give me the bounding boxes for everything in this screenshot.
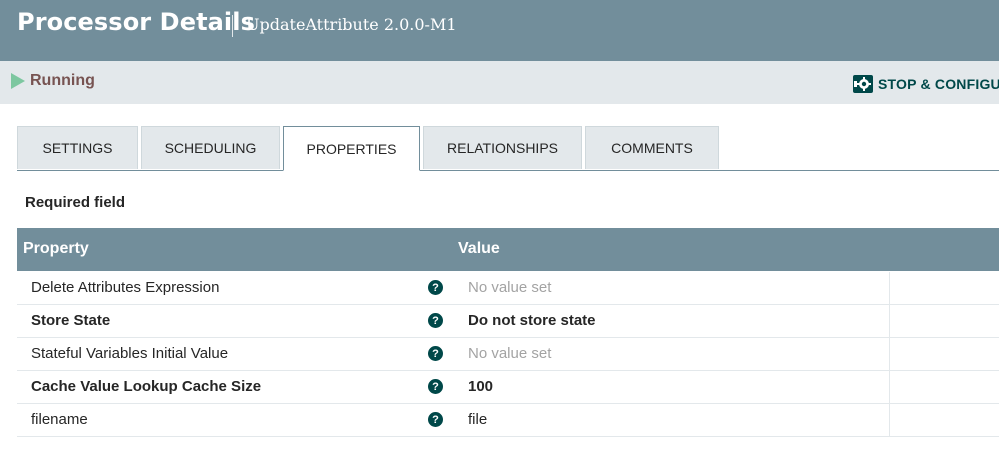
- column-header-property[interactable]: Property: [23, 240, 89, 258]
- play-icon: [11, 73, 25, 89]
- table-row[interactable]: Store State ? Do not store state: [17, 305, 999, 338]
- column-divider: [889, 338, 890, 370]
- processor-type: UpdateAttribute 2.0.0-M1: [246, 15, 457, 34]
- question-circle-icon[interactable]: ?: [428, 346, 443, 361]
- table-row[interactable]: filename ? file: [17, 404, 999, 437]
- question-circle-icon[interactable]: ?: [428, 313, 443, 328]
- properties-table-header: Property Value: [17, 228, 999, 271]
- property-value[interactable]: file: [468, 411, 487, 428]
- table-row[interactable]: Cache Value Lookup Cache Size ? 100: [17, 371, 999, 404]
- table-row[interactable]: Stateful Variables Initial Value ? No va…: [17, 338, 999, 371]
- column-divider: [889, 272, 890, 304]
- gear-stop-icon: [853, 75, 873, 93]
- tab-properties[interactable]: PROPERTIES: [283, 126, 420, 171]
- question-circle-icon[interactable]: ?: [428, 412, 443, 427]
- tab-label: SETTINGS: [42, 140, 113, 156]
- property-value[interactable]: Do not store state: [468, 312, 596, 329]
- property-name: Stateful Variables Initial Value: [31, 345, 229, 362]
- column-divider: [889, 371, 890, 403]
- table-row[interactable]: Delete Attributes Expression ? No value …: [17, 272, 999, 305]
- tab-label: RELATIONSHIPS: [447, 140, 558, 156]
- column-divider: [889, 305, 890, 337]
- title-separator: [232, 15, 233, 37]
- property-name: filename: [31, 411, 88, 428]
- stop-and-configure-label: STOP & CONFIGU: [878, 76, 999, 92]
- column-divider: [889, 404, 890, 436]
- required-field-note: Required field: [25, 194, 126, 211]
- tab-settings[interactable]: SETTINGS: [17, 126, 138, 169]
- status-bar: [0, 61, 999, 104]
- property-value[interactable]: No value set: [468, 345, 551, 362]
- column-header-value[interactable]: Value: [458, 240, 500, 258]
- property-name: Store State: [31, 312, 111, 329]
- question-circle-icon[interactable]: ?: [428, 280, 443, 295]
- tab-label: SCHEDULING: [164, 140, 257, 156]
- dialog-title: Processor Details: [17, 8, 255, 36]
- tab-comments[interactable]: COMMENTS: [585, 126, 719, 169]
- property-value[interactable]: 100: [468, 378, 493, 395]
- tab-scheduling[interactable]: SCHEDULING: [141, 126, 280, 169]
- property-value[interactable]: No value set: [468, 279, 551, 296]
- tab-label: PROPERTIES: [306, 140, 397, 157]
- property-name: Delete Attributes Expression: [31, 279, 220, 296]
- dialog-header: Processor Details UpdateAttribute 2.0.0-…: [0, 0, 999, 61]
- run-status-label: Running: [30, 72, 95, 89]
- property-name: Cache Value Lookup Cache Size: [31, 378, 262, 395]
- tab-label: COMMENTS: [611, 140, 693, 156]
- tab-bar: SETTINGS SCHEDULING PROPERTIES RELATIONS…: [17, 126, 999, 171]
- question-circle-icon[interactable]: ?: [428, 379, 443, 394]
- tab-relationships[interactable]: RELATIONSHIPS: [423, 126, 582, 169]
- stop-and-configure-button[interactable]: STOP & CONFIGU: [852, 73, 999, 95]
